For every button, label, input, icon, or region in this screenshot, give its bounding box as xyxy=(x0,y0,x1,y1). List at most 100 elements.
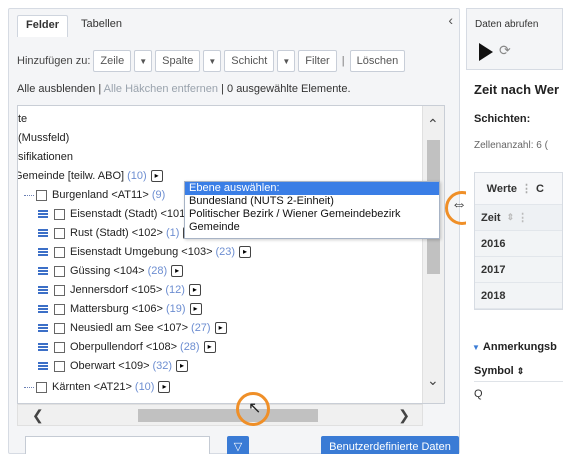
checkbox[interactable] xyxy=(54,246,65,258)
checkbox[interactable] xyxy=(54,208,65,220)
horizontal-scroll-thumb[interactable] xyxy=(138,409,318,422)
collapse-triangle-icon: ▼ xyxy=(472,343,480,352)
expand-level-icon[interactable]: ▸ xyxy=(188,284,201,296)
tree-item-count: (10) xyxy=(127,170,147,182)
tree-item-label: Mattersburg <106> xyxy=(70,303,163,315)
tree-item[interactable]: Eisenstadt Umgebung <103> (23) ▸ xyxy=(38,243,252,261)
expand-level-icon[interactable]: ▸ xyxy=(239,246,252,258)
scroll-down-icon[interactable]: ⌄ xyxy=(427,372,439,389)
tab-tabellen[interactable]: Tabellen xyxy=(73,15,130,37)
filter-button[interactable]: Filter xyxy=(298,50,337,72)
tree-item-label: Eisenstadt Umgebung <103> xyxy=(70,246,213,258)
list-lines-icon xyxy=(38,286,48,294)
checkbox[interactable] xyxy=(54,341,65,353)
expand-level-icon[interactable]: ▸ xyxy=(189,303,202,315)
remove-checks-link[interactable]: Alle Häkchen entfernen xyxy=(104,83,218,95)
tree-item[interactable]: (Mussfeld) xyxy=(18,129,69,147)
vertical-scrollbar[interactable]: ⌃ ⌄ xyxy=(422,106,444,403)
column-menu-icon[interactable]: ⋮ xyxy=(521,182,532,195)
add-column-button[interactable]: Spalte xyxy=(155,50,201,72)
sort-icon[interactable]: ⇕ xyxy=(507,212,515,223)
tree-item[interactable]: Jennersdorf <105> (12) ▸ xyxy=(38,281,201,299)
row-dropdown-icon[interactable]: ▼ xyxy=(134,50,153,72)
tree-item-label: Neusiedl am See <107> xyxy=(70,322,189,334)
hide-all-link[interactable]: Alle ausblenden xyxy=(17,83,95,95)
layers-label: Schichten: xyxy=(474,113,531,125)
table-header-werte[interactable]: Werte ⋮ C xyxy=(475,173,562,205)
checkbox[interactable] xyxy=(36,381,47,393)
search-input[interactable] xyxy=(25,436,210,454)
level-option-bezirk[interactable]: Politischer Bezirk / Wiener Gemeindebezi… xyxy=(185,208,439,221)
tree-item-label: Güssing <104> xyxy=(70,265,145,277)
expand-level-icon[interactable]: ▸ xyxy=(171,265,184,277)
fields-panel: Felder Tabellen ‹ Hinzufügen zu: Zeile ▼… xyxy=(8,8,460,454)
selected-count: 0 ausgewählte Elemente. xyxy=(227,83,351,95)
add-row-button[interactable]: Zeile xyxy=(93,50,132,72)
tree-item[interactable]: Rust (Stadt) <102> (1) ▸ xyxy=(38,224,196,242)
tree-item-label: Kärnten <AT21> xyxy=(52,381,132,393)
sort-icon: ⇕ xyxy=(516,366,525,376)
delete-button[interactable]: Löschen xyxy=(349,50,406,72)
checkbox[interactable] xyxy=(54,284,65,296)
scroll-up-icon[interactable]: ⌃ xyxy=(427,116,439,133)
tree-item-count: (23) xyxy=(215,246,236,258)
expand-level-icon[interactable]: ▸ xyxy=(203,341,216,353)
tree-item[interactable]: Eisenstadt (Stadt) <101> xyxy=(38,205,192,223)
table-row: 2018 xyxy=(475,283,562,309)
checkbox[interactable] xyxy=(54,265,65,277)
divider xyxy=(474,381,563,382)
horizontal-scrollbar[interactable]: ❮ ❯ xyxy=(17,404,423,426)
selection-status: Alle ausblenden | Alle Häkchen entfernen… xyxy=(17,83,351,95)
filter-funnel-icon[interactable]: ▽ xyxy=(227,436,249,454)
resize-cursor-icon: ⇔ xyxy=(451,196,467,213)
column-dropdown-icon[interactable]: ▼ xyxy=(203,50,222,72)
zeit-label: Zeit xyxy=(481,211,501,224)
tree-item[interactable]: Neusiedl am See <107> (27) ▸ xyxy=(38,319,227,337)
add-to-label: Hinzufügen zu: xyxy=(17,55,91,67)
list-lines-icon xyxy=(38,324,48,332)
tree-item[interactable]: sifikationen xyxy=(18,148,73,166)
tree-item-label: Eisenstadt (Stadt) <101> xyxy=(70,208,192,220)
custom-data-button[interactable]: Benutzerdefinierte Daten xyxy=(321,436,459,454)
add-layer-button[interactable]: Schicht xyxy=(224,50,275,72)
expand-level-icon[interactable]: ▸ xyxy=(158,381,171,393)
checkbox[interactable] xyxy=(54,227,65,239)
tree-item[interactable]: Güssing <104> (28) ▸ xyxy=(38,262,184,280)
scroll-right-icon[interactable]: ❯ xyxy=(398,407,410,424)
level-option-gemeinde[interactable]: Gemeinde xyxy=(185,221,439,234)
expand-level-icon[interactable]: ▸ xyxy=(214,322,227,334)
checkbox[interactable] xyxy=(54,303,65,315)
fetch-data-box: Daten abrufen ⟳ xyxy=(466,8,563,70)
tree-item[interactable]: Mattersburg <106> (19) ▸ xyxy=(38,300,202,318)
tree-item-burgenland[interactable]: Burgenland <AT11> (9) xyxy=(24,186,165,204)
add-toolbar: Hinzufügen zu: Zeile ▼ Spalte ▼ Schicht … xyxy=(17,49,406,73)
level-option-bundesland[interactable]: Bundesland (NUTS 2-Einheit) xyxy=(185,195,439,208)
expand-level-icon[interactable]: ▸ xyxy=(150,170,163,182)
layer-dropdown-icon[interactable]: ▼ xyxy=(277,50,296,72)
collapse-panel-icon[interactable]: ‹ xyxy=(448,12,453,28)
results-panel: Daten abrufen ⟳ Zeit nach Wer Schichten:… xyxy=(466,0,563,454)
checkbox[interactable] xyxy=(54,322,65,334)
list-lines-icon xyxy=(38,362,48,370)
annotations-section[interactable]: ▼ Anmerkungsb xyxy=(472,341,557,353)
status-sep-2: | xyxy=(218,83,228,95)
pointer-cursor-icon: ↖ xyxy=(248,400,262,417)
tab-felder[interactable]: Felder xyxy=(17,15,69,37)
refresh-icon[interactable]: ⟳ xyxy=(499,42,511,59)
checkbox[interactable] xyxy=(54,360,65,372)
symbol-header[interactable]: Symbol ⇕ xyxy=(474,365,524,377)
tree-item[interactable]: Oberpullendorf <108> (28) ▸ xyxy=(38,338,216,356)
row-menu-icon[interactable]: ⋮ xyxy=(517,211,528,224)
expand-level-icon[interactable]: ▸ xyxy=(176,360,189,372)
tree-item-gemeinde[interactable]: Gemeinde [teilw. ABO] (10) ▸ xyxy=(18,167,163,185)
tree-item[interactable]: Oberwart <109> (32) ▸ xyxy=(38,357,189,375)
play-icon[interactable] xyxy=(479,43,493,61)
tree-connector xyxy=(24,194,34,196)
tree-item-count: (28) xyxy=(147,265,168,277)
checkbox[interactable] xyxy=(36,189,47,201)
tree-item-kaernten[interactable]: Kärnten <AT21> (10) ▸ xyxy=(24,378,171,396)
table-header-zeit[interactable]: Zeit ⇕ ⋮ xyxy=(475,205,562,231)
tree-item[interactable]: te xyxy=(18,110,27,128)
list-lines-icon xyxy=(38,267,48,275)
scroll-left-icon[interactable]: ❮ xyxy=(32,407,44,424)
